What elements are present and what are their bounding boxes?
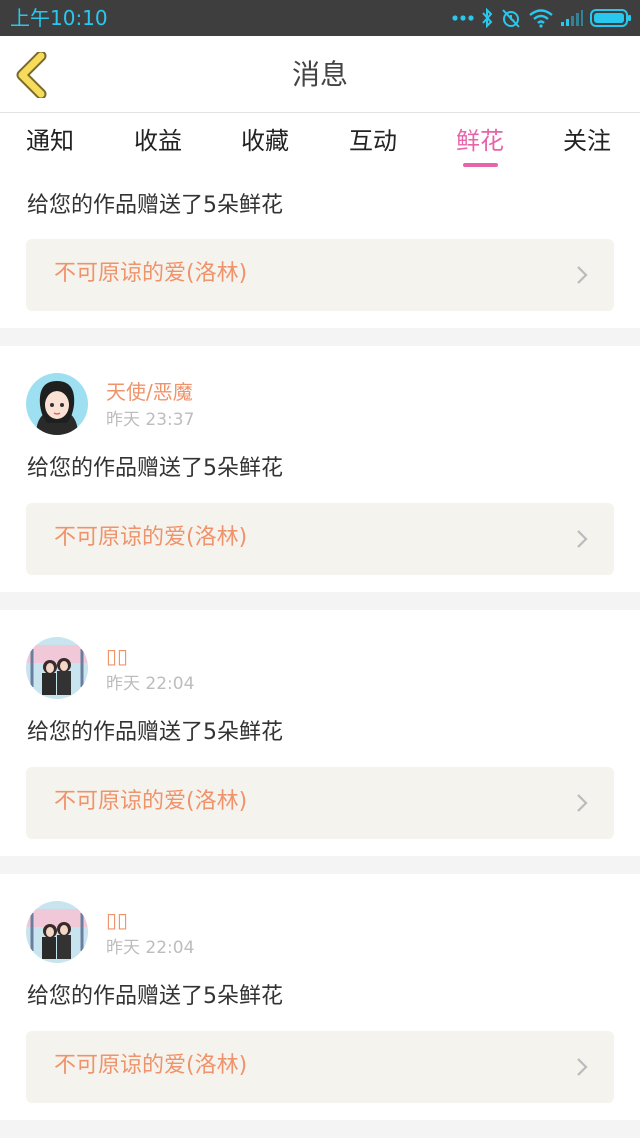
message-card: ▯▯ 昨天 22:04 给您的作品赠送了5朵鲜花 不可原谅的爱(洛林) (0, 610, 640, 856)
chevron-right-icon (577, 530, 588, 548)
work-title: 不可原谅的爱(洛林) (54, 1053, 248, 1078)
tab-earnings[interactable]: 收益 (134, 125, 182, 157)
active-tab-indicator (463, 163, 498, 167)
message-text: 给您的作品赠送了5朵鲜花 (27, 456, 283, 481)
tab-favorites[interactable]: 收藏 (241, 125, 289, 157)
chevron-right-icon (577, 1058, 588, 1076)
page-title: 消息 (291, 58, 348, 91)
avatar-photo-icon[interactable] (26, 901, 88, 963)
message-text: 给您的作品赠送了5朵鲜花 (27, 984, 283, 1009)
work-title: 不可原谅的爱(洛林) (54, 525, 248, 550)
tab-follows[interactable]: 关注 (563, 125, 611, 157)
header: 消息 (0, 36, 640, 113)
wifi-icon (529, 9, 553, 28)
timestamp: 昨天 22:04 (106, 938, 195, 958)
avatar-photo-icon[interactable] (26, 637, 88, 699)
tab-bar: 通知 收益 收藏 互动 鲜花 关注 (0, 113, 640, 169)
battery-icon (590, 9, 631, 27)
tab-interactions[interactable]: 互动 (349, 125, 397, 157)
chevron-right-icon (577, 266, 588, 284)
username[interactable]: 天使/恶魔 (106, 379, 193, 405)
tab-flowers[interactable]: 鲜花 (456, 125, 504, 157)
message-text: 给您的作品赠送了5朵鲜花 (27, 720, 283, 745)
work-link[interactable]: 不可原谅的爱(洛林) (26, 1031, 614, 1103)
status-bar: 上午10:10 (0, 0, 640, 36)
work-link[interactable]: 不可原谅的爱(洛林) (26, 239, 614, 311)
status-time: 上午10:10 (10, 6, 108, 30)
alarm-off-icon (502, 9, 520, 28)
message-text: 给您的作品赠送了5朵鲜花 (27, 193, 283, 218)
message-card: ▯▯ 昨天 22:04 给您的作品赠送了5朵鲜花 不可原谅的爱(洛林) (0, 874, 640, 1120)
bluetooth-icon (482, 8, 493, 28)
username[interactable]: ▯▯ (106, 907, 128, 933)
more-dots-icon (452, 15, 474, 21)
work-title: 不可原谅的爱(洛林) (54, 261, 248, 286)
message-card: 天使/恶魔 昨天 23:37 给您的作品赠送了5朵鲜花 不可原谅的爱(洛林) (0, 346, 640, 592)
tab-notifications[interactable]: 通知 (26, 125, 74, 157)
username[interactable]: ▯▯ (106, 643, 128, 669)
avatar-girl-icon[interactable] (26, 373, 88, 435)
status-icons (452, 7, 632, 29)
signal-icon (561, 10, 583, 26)
message-card: 给您的作品赠送了5朵鲜花 不可原谅的爱(洛林) (0, 169, 640, 328)
work-link[interactable]: 不可原谅的爱(洛林) (26, 767, 614, 839)
work-link[interactable]: 不可原谅的爱(洛林) (26, 503, 614, 575)
timestamp: 昨天 22:04 (106, 674, 195, 694)
chevron-right-icon (577, 794, 588, 812)
timestamp: 昨天 23:37 (106, 410, 195, 430)
work-title: 不可原谅的爱(洛林) (54, 789, 248, 814)
